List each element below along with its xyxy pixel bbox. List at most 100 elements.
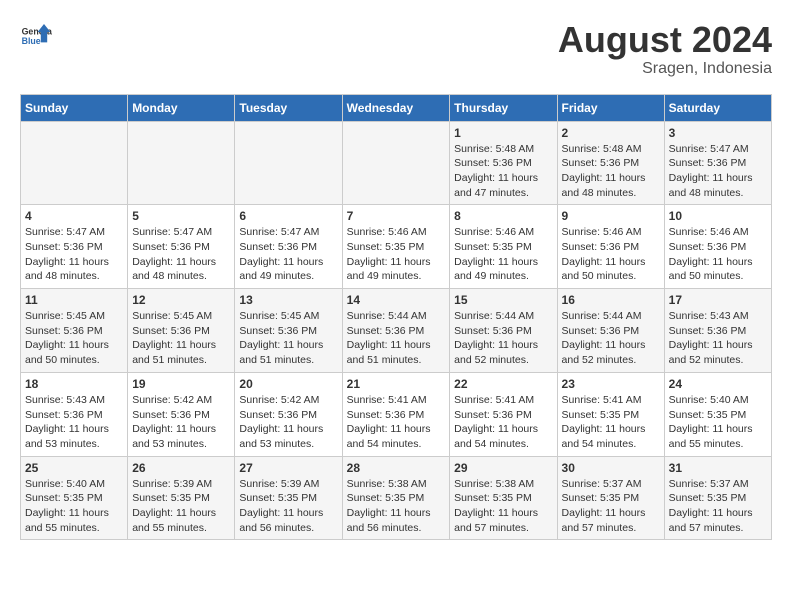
- calendar-cell: 22 Sunrise: 5:41 AM Sunset: 5:36 PM Dayli…: [450, 372, 557, 456]
- day-info: Sunrise: 5:38 AM Sunset: 5:35 PM Dayligh…: [454, 477, 552, 536]
- calendar-cell: [342, 121, 450, 205]
- header-sunday: Sunday: [21, 94, 128, 121]
- calendar-cell: 26 Sunrise: 5:39 AM Sunset: 5:35 PM Dayli…: [128, 456, 235, 540]
- day-info: Sunrise: 5:42 AM Sunset: 5:36 PM Dayligh…: [132, 393, 230, 452]
- calendar-cell: 31Sunrise: 5:37 AM Sunset: 5:35 PM Dayli…: [664, 456, 771, 540]
- calendar-cell: 29 Sunrise: 5:38 AM Sunset: 5:35 PM Dayli…: [450, 456, 557, 540]
- calendar-cell: 21Sunrise: 5:41 AM Sunset: 5:36 PM Dayli…: [342, 372, 450, 456]
- day-number: 2: [562, 126, 660, 140]
- calendar-cell: 23 Sunrise: 5:41 AM Sunset: 5:35 PM Dayli…: [557, 372, 664, 456]
- day-number: 7: [347, 209, 446, 223]
- day-number: 22: [454, 377, 552, 391]
- day-number: 18: [25, 377, 123, 391]
- day-number: 8: [454, 209, 552, 223]
- calendar-cell: 1Sunrise: 5:48 AM Sunset: 5:36 PM Daylig…: [450, 121, 557, 205]
- calendar-cell: 12Sunrise: 5:45 AM Sunset: 5:36 PM Dayli…: [128, 289, 235, 373]
- calendar-cell: 5Sunrise: 5:47 AM Sunset: 5:36 PM Daylig…: [128, 205, 235, 289]
- calendar-cell: 13 Sunrise: 5:45 AM Sunset: 5:36 PM Dayli…: [235, 289, 342, 373]
- day-number: 28: [347, 461, 446, 475]
- calendar-table: SundayMondayTuesdayWednesdayThursdayFrid…: [20, 94, 772, 541]
- day-info: Sunrise: 5:39 AM Sunset: 5:35 PM Dayligh…: [239, 477, 337, 536]
- page-header: General Blue August 2024 Sragen, Indones…: [20, 20, 772, 78]
- header-saturday: Saturday: [664, 94, 771, 121]
- day-number: 3: [669, 126, 767, 140]
- calendar-cell: [235, 121, 342, 205]
- calendar-cell: 15Sunrise: 5:44 AM Sunset: 5:36 PM Dayli…: [450, 289, 557, 373]
- day-info: Sunrise: 5:44 AM Sunset: 5:36 PM Dayligh…: [454, 309, 552, 368]
- calendar-cell: 17 Sunrise: 5:43 AM Sunset: 5:36 PM Dayli…: [664, 289, 771, 373]
- logo-icon: General Blue: [20, 20, 52, 52]
- days-of-week-row: SundayMondayTuesdayWednesdayThursdayFrid…: [21, 94, 772, 121]
- day-number: 26: [132, 461, 230, 475]
- header-friday: Friday: [557, 94, 664, 121]
- day-number: 11: [25, 293, 123, 307]
- day-info: Sunrise: 5:39 AM Sunset: 5:35 PM Dayligh…: [132, 477, 230, 536]
- day-number: 13: [239, 293, 337, 307]
- day-number: 24: [669, 377, 767, 391]
- day-number: 25: [25, 461, 123, 475]
- day-info: Sunrise: 5:44 AM Sunset: 5:36 PM Dayligh…: [562, 309, 660, 368]
- header-monday: Monday: [128, 94, 235, 121]
- day-info: Sunrise: 5:44 AM Sunset: 5:36 PM Dayligh…: [347, 309, 446, 368]
- calendar-cell: 3Sunrise: 5:47 AM Sunset: 5:36 PM Daylig…: [664, 121, 771, 205]
- calendar-body: 1Sunrise: 5:48 AM Sunset: 5:36 PM Daylig…: [21, 121, 772, 540]
- day-info: Sunrise: 5:48 AM Sunset: 5:36 PM Dayligh…: [454, 142, 552, 201]
- calendar-cell: 8 Sunrise: 5:46 AM Sunset: 5:35 PM Daylig…: [450, 205, 557, 289]
- location-subtitle: Sragen, Indonesia: [558, 60, 772, 78]
- day-info: Sunrise: 5:41 AM Sunset: 5:36 PM Dayligh…: [454, 393, 552, 452]
- week-row-1: 1Sunrise: 5:48 AM Sunset: 5:36 PM Daylig…: [21, 121, 772, 205]
- day-info: Sunrise: 5:42 AM Sunset: 5:36 PM Dayligh…: [239, 393, 337, 452]
- calendar-cell: 27 Sunrise: 5:39 AM Sunset: 5:35 PM Dayli…: [235, 456, 342, 540]
- calendar-cell: 4Sunrise: 5:47 AM Sunset: 5:36 PM Daylig…: [21, 205, 128, 289]
- day-number: 10: [669, 209, 767, 223]
- calendar-cell: 20 Sunrise: 5:42 AM Sunset: 5:36 PM Dayli…: [235, 372, 342, 456]
- calendar-cell: 2 Sunrise: 5:48 AM Sunset: 5:36 PM Daylig…: [557, 121, 664, 205]
- calendar-cell: [21, 121, 128, 205]
- svg-text:Blue: Blue: [22, 36, 41, 46]
- calendar-cell: 24Sunrise: 5:40 AM Sunset: 5:35 PM Dayli…: [664, 372, 771, 456]
- calendar-cell: 18 Sunrise: 5:43 AM Sunset: 5:36 PM Dayli…: [21, 372, 128, 456]
- day-info: Sunrise: 5:43 AM Sunset: 5:36 PM Dayligh…: [669, 309, 767, 368]
- day-number: 17: [669, 293, 767, 307]
- calendar-cell: [128, 121, 235, 205]
- month-year-title: August 2024: [558, 20, 772, 60]
- day-number: 21: [347, 377, 446, 391]
- calendar-header: SundayMondayTuesdayWednesdayThursdayFrid…: [21, 94, 772, 121]
- day-info: Sunrise: 5:43 AM Sunset: 5:36 PM Dayligh…: [25, 393, 123, 452]
- day-info: Sunrise: 5:45 AM Sunset: 5:36 PM Dayligh…: [239, 309, 337, 368]
- title-block: August 2024 Sragen, Indonesia: [558, 20, 772, 78]
- header-tuesday: Tuesday: [235, 94, 342, 121]
- day-info: Sunrise: 5:37 AM Sunset: 5:35 PM Dayligh…: [562, 477, 660, 536]
- day-info: Sunrise: 5:37 AM Sunset: 5:35 PM Dayligh…: [669, 477, 767, 536]
- day-number: 12: [132, 293, 230, 307]
- day-number: 29: [454, 461, 552, 475]
- calendar-cell: 25 Sunrise: 5:40 AM Sunset: 5:35 PM Dayli…: [21, 456, 128, 540]
- day-number: 30: [562, 461, 660, 475]
- day-number: 20: [239, 377, 337, 391]
- day-info: Sunrise: 5:46 AM Sunset: 5:36 PM Dayligh…: [562, 225, 660, 284]
- day-info: Sunrise: 5:47 AM Sunset: 5:36 PM Dayligh…: [25, 225, 123, 284]
- day-number: 14: [347, 293, 446, 307]
- day-info: Sunrise: 5:46 AM Sunset: 5:36 PM Dayligh…: [669, 225, 767, 284]
- calendar-cell: 6 Sunrise: 5:47 AM Sunset: 5:36 PM Daylig…: [235, 205, 342, 289]
- day-number: 16: [562, 293, 660, 307]
- day-info: Sunrise: 5:46 AM Sunset: 5:35 PM Dayligh…: [454, 225, 552, 284]
- day-number: 27: [239, 461, 337, 475]
- day-number: 5: [132, 209, 230, 223]
- header-thursday: Thursday: [450, 94, 557, 121]
- day-info: Sunrise: 5:41 AM Sunset: 5:35 PM Dayligh…: [562, 393, 660, 452]
- day-info: Sunrise: 5:47 AM Sunset: 5:36 PM Dayligh…: [239, 225, 337, 284]
- week-row-2: 4Sunrise: 5:47 AM Sunset: 5:36 PM Daylig…: [21, 205, 772, 289]
- day-number: 23: [562, 377, 660, 391]
- day-info: Sunrise: 5:40 AM Sunset: 5:35 PM Dayligh…: [25, 477, 123, 536]
- week-row-5: 25 Sunrise: 5:40 AM Sunset: 5:35 PM Dayli…: [21, 456, 772, 540]
- calendar-cell: 19Sunrise: 5:42 AM Sunset: 5:36 PM Dayli…: [128, 372, 235, 456]
- day-info: Sunrise: 5:38 AM Sunset: 5:35 PM Dayligh…: [347, 477, 446, 536]
- calendar-cell: 9Sunrise: 5:46 AM Sunset: 5:36 PM Daylig…: [557, 205, 664, 289]
- day-info: Sunrise: 5:48 AM Sunset: 5:36 PM Dayligh…: [562, 142, 660, 201]
- day-number: 6: [239, 209, 337, 223]
- calendar-cell: 28 Sunrise: 5:38 AM Sunset: 5:35 PM Dayli…: [342, 456, 450, 540]
- calendar-cell: 14 Sunrise: 5:44 AM Sunset: 5:36 PM Dayli…: [342, 289, 450, 373]
- day-info: Sunrise: 5:45 AM Sunset: 5:36 PM Dayligh…: [25, 309, 123, 368]
- calendar-cell: 10 Sunrise: 5:46 AM Sunset: 5:36 PM Dayli…: [664, 205, 771, 289]
